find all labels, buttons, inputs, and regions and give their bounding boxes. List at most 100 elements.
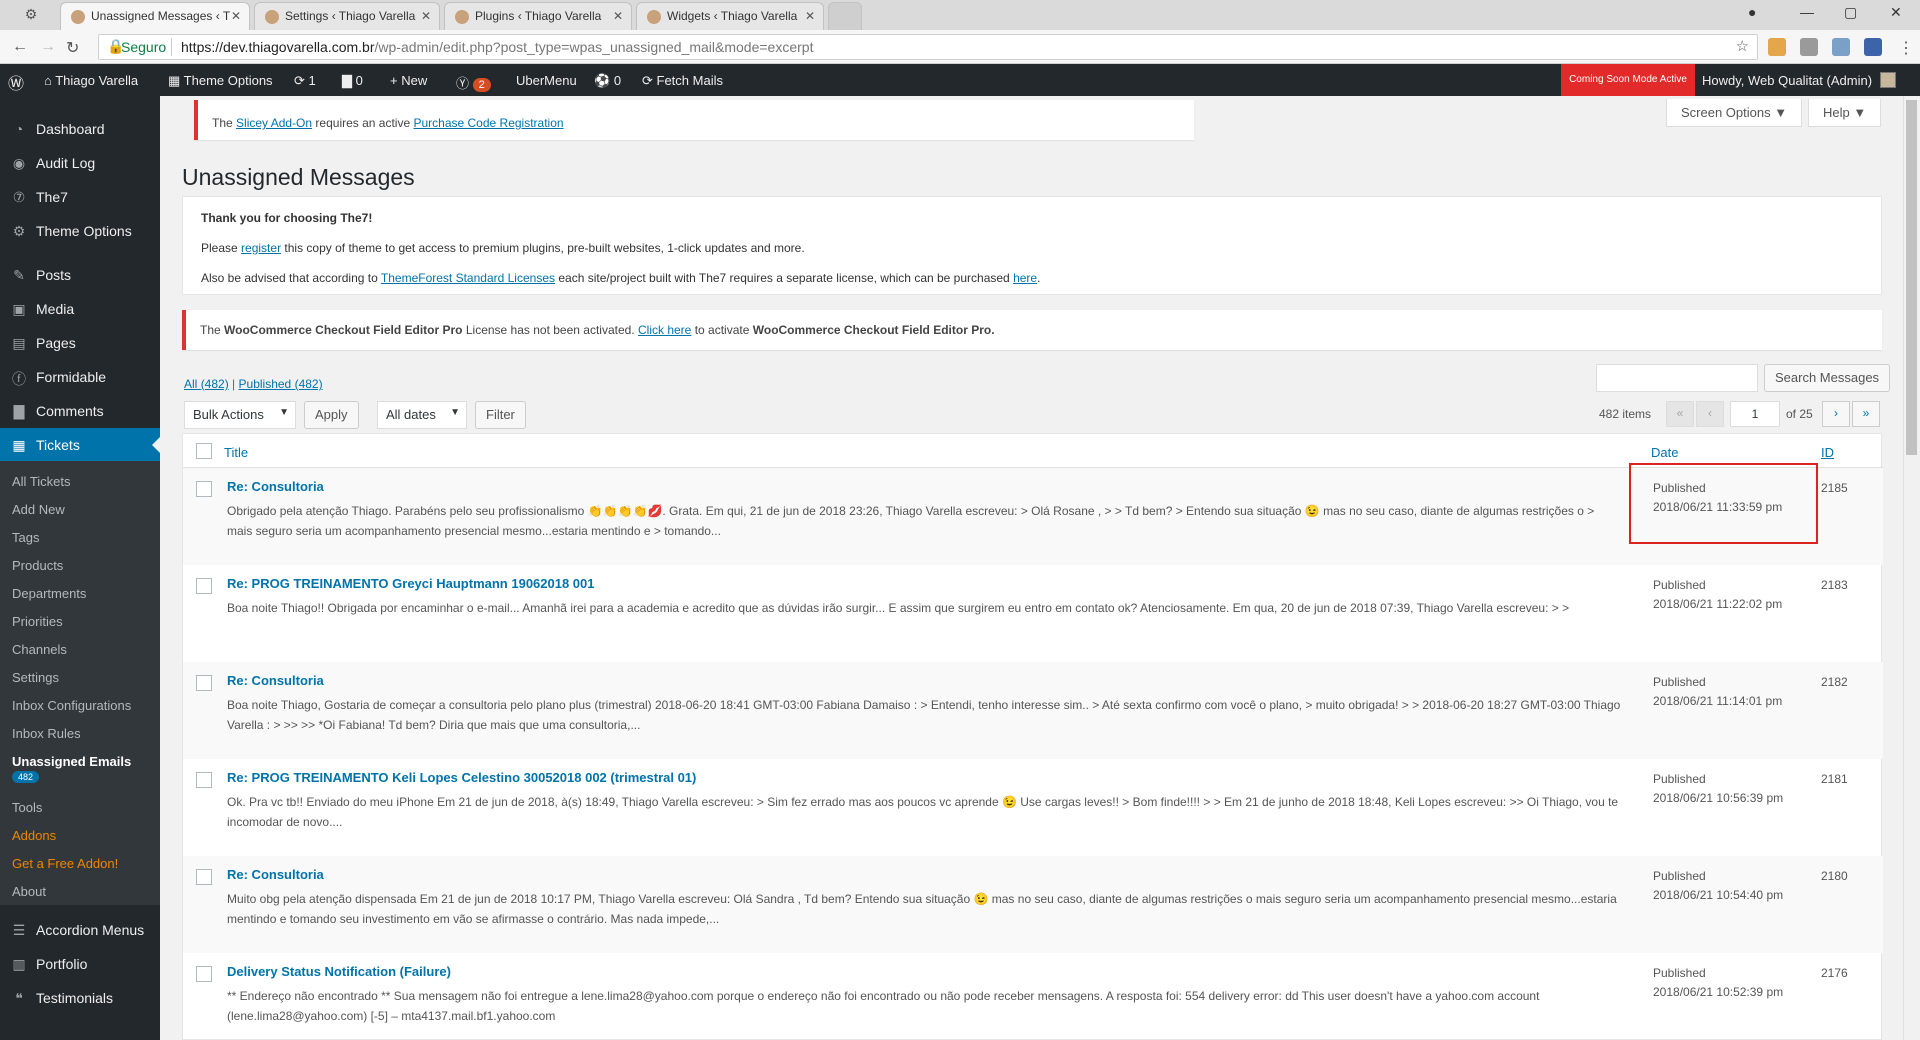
- submenu-item[interactable]: Departments: [12, 586, 86, 601]
- submenu-item[interactable]: Priorities: [12, 614, 63, 629]
- close-icon[interactable]: ✕: [421, 9, 431, 23]
- circle-link[interactable]: ⚽ 0: [594, 64, 621, 96]
- browser-tab[interactable]: Unassigned Messages ‹ T ✕: [60, 2, 250, 30]
- close-icon[interactable]: ✕: [613, 9, 623, 23]
- row-title-link[interactable]: Re: PROG TREINAMENTO Keli Lopes Celestin…: [227, 770, 696, 785]
- sidebar-item-posts[interactable]: ✎ Posts: [0, 258, 160, 292]
- sidebar-item-media[interactable]: ▣ Media: [0, 292, 160, 326]
- maximize-icon[interactable]: ▢: [1844, 4, 1857, 21]
- click-here-link[interactable]: Click here: [638, 323, 691, 337]
- title-column-header[interactable]: Title: [224, 445, 248, 460]
- chrome-menu-icon[interactable]: ⚙: [20, 6, 42, 24]
- submenu-item[interactable]: Tags: [12, 530, 39, 545]
- current-page-input[interactable]: 1: [1730, 401, 1780, 427]
- new-tab-button[interactable]: [828, 2, 862, 30]
- avatar[interactable]: [1880, 72, 1896, 88]
- updates-link[interactable]: ⟳ 1: [294, 64, 316, 96]
- close-icon[interactable]: ✕: [805, 9, 815, 23]
- row-checkbox[interactable]: [196, 675, 212, 691]
- submenu-item[interactable]: Add New: [12, 502, 65, 517]
- sidebar-item-testimonials[interactable]: ❝ Testimonials: [0, 981, 160, 1015]
- chrome-kebab-icon[interactable]: ⋮: [1898, 38, 1914, 58]
- extension-icon[interactable]: [1768, 38, 1786, 56]
- browser-tab[interactable]: Settings ‹ Thiago Varella ✕: [254, 2, 440, 30]
- submenu-item[interactable]: Settings: [12, 670, 59, 685]
- submenu-item[interactable]: Addons: [12, 828, 56, 843]
- sidebar-item-comments[interactable]: ▇ Comments: [0, 394, 160, 428]
- submenu-item[interactable]: Tools: [12, 800, 42, 815]
- sidebar-item-the7[interactable]: ⑦ The7: [0, 180, 160, 214]
- filter-published-link[interactable]: Published (482): [239, 377, 323, 391]
- submenu-item[interactable]: All Tickets: [12, 474, 71, 489]
- minimize-icon[interactable]: —: [1800, 4, 1814, 20]
- submenu-item-current[interactable]: Unassigned Emails: [12, 754, 131, 769]
- extension-icon[interactable]: [1832, 38, 1850, 56]
- extension-icon[interactable]: [1800, 38, 1818, 56]
- themeforest-licenses-link[interactable]: ThemeForest Standard Licenses: [381, 271, 555, 285]
- address-bar[interactable]: 🔒 Seguro https://dev.thiagovarella.com.b…: [98, 34, 1758, 60]
- row-title-link[interactable]: Re: Consultoria: [227, 479, 324, 494]
- submenu-item[interactable]: Get a Free Addon!: [12, 856, 118, 871]
- theme-options-link[interactable]: ▦ Theme Options: [168, 64, 273, 96]
- sidebar-item-accordion-menus[interactable]: ☰ Accordion Menus: [0, 913, 160, 947]
- scrollbar-thumb[interactable]: [1906, 100, 1917, 455]
- id-column-header[interactable]: ID: [1821, 445, 1834, 460]
- date-column-header[interactable]: Date: [1651, 445, 1678, 460]
- new-content-link[interactable]: + New: [390, 64, 427, 96]
- sidebar-item-tickets[interactable]: ▦ Tickets: [0, 428, 160, 462]
- row-checkbox[interactable]: [196, 966, 212, 982]
- bookmark-star-icon[interactable]: ☆: [1736, 37, 1749, 55]
- last-page-button[interactable]: »: [1852, 401, 1880, 427]
- row-checkbox[interactable]: [196, 869, 212, 885]
- row-title-link[interactable]: Delivery Status Notification (Failure): [227, 964, 451, 979]
- row-checkbox[interactable]: [196, 578, 212, 594]
- sidebar-item-dashboard[interactable]: ◔ Dashboard: [0, 112, 160, 146]
- profile-icon[interactable]: ●: [1748, 4, 1756, 20]
- yoast-link[interactable]: Ⓨ 2: [456, 64, 491, 96]
- submenu-item[interactable]: Inbox Configurations: [12, 698, 131, 713]
- sidebar-item-portfolio[interactable]: ▥ Portfolio: [0, 947, 160, 981]
- howdy-user[interactable]: Howdy, Web Qualitat (Admin): [1702, 73, 1872, 88]
- slicey-link[interactable]: Slicey Add-On: [236, 116, 312, 130]
- wordpress-logo-icon[interactable]: Ⓦ: [8, 64, 24, 96]
- help-button[interactable]: Help ▼: [1808, 99, 1882, 127]
- site-name-link[interactable]: ⌂ Thiago Varella: [44, 64, 138, 96]
- next-page-button[interactable]: ›: [1822, 401, 1850, 427]
- here-link[interactable]: here: [1013, 271, 1037, 285]
- submenu-item[interactable]: About: [12, 884, 46, 899]
- browser-tab[interactable]: Widgets ‹ Thiago Varella ✕: [636, 2, 824, 30]
- prev-page-button[interactable]: ‹: [1696, 401, 1724, 427]
- coming-soon-badge[interactable]: Coming Soon Mode Active: [1561, 64, 1695, 96]
- row-title-link[interactable]: Re: PROG TREINAMENTO Greyci Hauptmann 19…: [227, 576, 595, 591]
- bulk-actions-select[interactable]: Bulk Actions ▼: [184, 401, 296, 429]
- screen-options-button[interactable]: Screen Options ▼: [1666, 99, 1803, 127]
- row-title-link[interactable]: Re: Consultoria: [227, 867, 324, 882]
- sidebar-item-formidable[interactable]: ⓕ Formidable: [0, 360, 160, 394]
- row-title-link[interactable]: Re: Consultoria: [227, 673, 324, 688]
- sidebar-item-audit-log[interactable]: ◉ Audit Log: [0, 146, 160, 180]
- close-icon[interactable]: ✕: [231, 9, 241, 23]
- back-icon[interactable]: ←: [12, 38, 28, 56]
- ubermenu-link[interactable]: UberMenu: [516, 64, 577, 96]
- first-page-button[interactable]: «: [1666, 401, 1694, 427]
- sidebar-item-theme-options[interactable]: ⚙ Theme Options: [0, 214, 160, 248]
- filter-all-link[interactable]: All (482): [184, 377, 229, 391]
- submenu-item[interactable]: Channels: [12, 642, 67, 657]
- dates-select[interactable]: All dates ▼: [377, 401, 467, 429]
- reload-icon[interactable]: ↻: [66, 38, 79, 58]
- row-checkbox[interactable]: [196, 772, 212, 788]
- comments-link[interactable]: ▇ 0: [342, 64, 363, 96]
- search-input[interactable]: [1596, 364, 1758, 392]
- extension-icon[interactable]: [1864, 38, 1882, 56]
- close-window-icon[interactable]: ✕: [1890, 4, 1902, 21]
- fetch-mails-link[interactable]: ⟳ Fetch Mails: [642, 64, 723, 96]
- register-link[interactable]: register: [241, 241, 281, 255]
- filter-button[interactable]: Filter: [475, 401, 526, 429]
- select-all-checkbox[interactable]: [196, 443, 212, 459]
- forward-icon[interactable]: →: [40, 38, 56, 56]
- submenu-item[interactable]: Inbox Rules: [12, 726, 81, 741]
- purchase-code-link[interactable]: Purchase Code Registration: [413, 116, 563, 130]
- apply-button[interactable]: Apply: [304, 401, 359, 429]
- browser-tab[interactable]: Plugins ‹ Thiago Varella ✕: [444, 2, 632, 30]
- sidebar-item-pages[interactable]: ▤ Pages: [0, 326, 160, 360]
